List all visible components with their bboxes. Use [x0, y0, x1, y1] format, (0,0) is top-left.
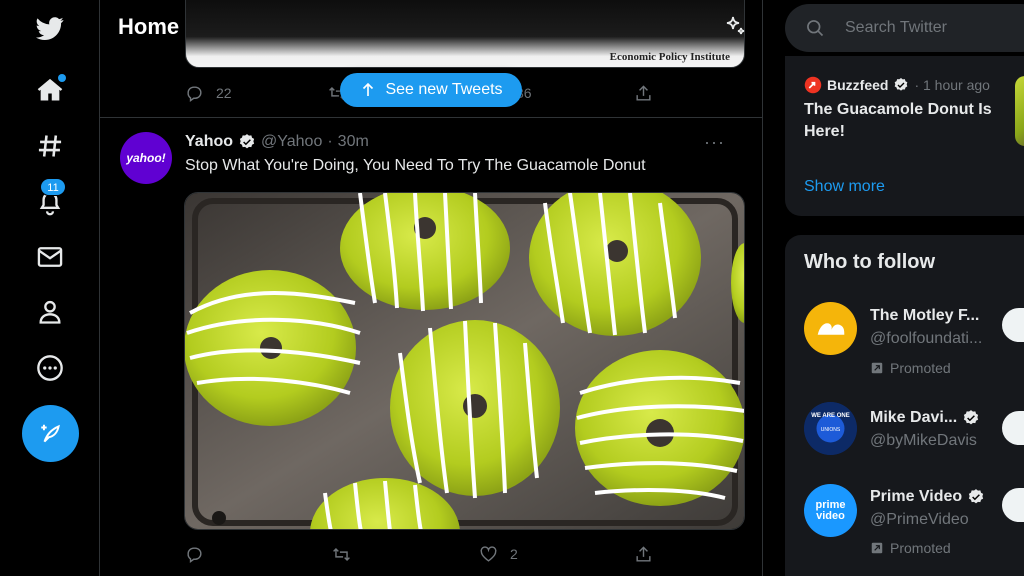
- verified-badge-icon: [238, 133, 256, 151]
- account-handle: @foolfoundati...: [870, 330, 983, 347]
- more-options-icon[interactable]: ···: [704, 132, 728, 154]
- svg-text:UNIONS: UNIONS: [821, 427, 841, 433]
- left-navigation: 11: [0, 0, 100, 576]
- more-circle-icon: [36, 354, 64, 382]
- retweet-button[interactable]: [332, 545, 351, 564]
- nav-notifications[interactable]: 11: [22, 174, 78, 230]
- author-name[interactable]: Yahoo: [185, 133, 233, 151]
- account-name: Prime Video: [870, 488, 963, 505]
- twitter-logo-icon[interactable]: [22, 0, 78, 56]
- trend-thumbnail: [1015, 76, 1024, 146]
- account-name-row: Prime Video: [870, 488, 985, 506]
- trend-title: The Guacamole Donut Is Here!: [804, 101, 992, 140]
- who-to-follow-card: Who to follow The Motley F... @foolfound…: [785, 235, 1024, 576]
- trend-time: · 1 hour ago: [914, 77, 990, 93]
- svg-text:WE ARE ONE: WE ARE ONE: [811, 413, 849, 419]
- promoted-icon: [870, 541, 884, 555]
- share-button[interactable]: [634, 84, 653, 103]
- follow-suggestion[interactable]: The Motley F... @foolfoundati... Promote…: [785, 297, 1024, 387]
- notification-badge: 11: [40, 178, 66, 196]
- nav-messages[interactable]: [22, 229, 78, 285]
- who-to-follow-title: Who to follow: [804, 251, 936, 273]
- avatar: WE ARE ONE UNIONS: [804, 402, 857, 455]
- account-handle: @PrimeVideo: [870, 511, 969, 528]
- promoted-text: Promoted: [890, 540, 951, 556]
- compose-feather-icon: [38, 421, 64, 447]
- buzzfeed-logo-icon: [804, 76, 822, 94]
- account-name: Mike Davi...: [870, 409, 958, 426]
- nav-profile[interactable]: [22, 284, 78, 340]
- retweet-icon: [332, 545, 351, 564]
- share-button[interactable]: [634, 545, 653, 564]
- verified-badge-icon: [893, 77, 909, 93]
- follow-suggestion[interactable]: prime video Prime Video @PrimeVideo Promo…: [785, 478, 1024, 568]
- nav-more[interactable]: [22, 340, 78, 396]
- compose-tweet-button[interactable]: [22, 405, 79, 462]
- verified-badge-icon: [967, 488, 985, 506]
- new-content-dot: [58, 74, 66, 82]
- promoted-label: Promoted: [870, 540, 951, 556]
- media-caption: Economic Policy Institute: [609, 51, 730, 63]
- reply-icon: [185, 545, 204, 564]
- trend-card[interactable]: Buzzfeed · 1 hour ago The Guacamole Donu…: [785, 56, 1024, 216]
- avatar: [804, 302, 857, 355]
- nav-explore[interactable]: [22, 118, 78, 174]
- verified-badge-icon: [962, 409, 980, 427]
- sparkle-icon[interactable]: [723, 14, 747, 38]
- promoted-text: Promoted: [890, 360, 951, 376]
- heart-icon: [479, 545, 498, 564]
- avatar-text: yahoo!: [126, 151, 166, 165]
- show-more-link[interactable]: Show more: [804, 178, 885, 196]
- share-icon: [634, 84, 653, 103]
- nav-home[interactable]: [22, 62, 78, 118]
- follow-suggestion[interactable]: WE ARE ONE UNIONS Mike Davi... @byMikeDav…: [785, 398, 1024, 488]
- hashtag-icon: [36, 132, 64, 160]
- see-new-tweets-label: See new Tweets: [385, 81, 503, 98]
- trend-source-name: Buzzfeed: [827, 77, 889, 93]
- donut: [575, 350, 744, 506]
- arrow-up-icon: [359, 81, 377, 99]
- avatar: prime video: [804, 484, 857, 537]
- reply-button[interactable]: 22: [185, 84, 232, 103]
- account-handle: @byMikeDavis: [870, 432, 977, 449]
- timeline: Home Economic Policy Institute 22 36 See…: [100, 0, 763, 576]
- tweet-header: Yahoo @Yahoo · 30m: [185, 133, 369, 151]
- search-icon: [805, 18, 825, 38]
- follow-button[interactable]: [1002, 411, 1024, 445]
- tweet-media-image[interactable]: [184, 192, 745, 530]
- trend-source: Buzzfeed · 1 hour ago: [804, 76, 990, 94]
- search-bar[interactable]: [785, 4, 1024, 52]
- tweet-time[interactable]: 30m: [338, 133, 369, 151]
- tweet-text: Stop What You're Doing, You Need To Try …: [185, 157, 646, 174]
- like-count: 2: [510, 546, 518, 562]
- reply-button[interactable]: [185, 545, 204, 564]
- separator-dot: ·: [327, 133, 333, 150]
- reply-count: 22: [216, 85, 232, 101]
- promoted-label: Promoted: [870, 360, 951, 376]
- avatar[interactable]: yahoo!: [120, 132, 172, 184]
- see-new-tweets-button[interactable]: See new Tweets: [340, 73, 522, 107]
- reply-icon: [185, 84, 204, 103]
- search-input[interactable]: [845, 19, 1024, 37]
- previous-tweet-media[interactable]: Economic Policy Institute: [185, 0, 745, 68]
- like-button[interactable]: 2: [479, 545, 518, 564]
- follow-button[interactable]: [1002, 488, 1024, 522]
- person-icon: [36, 298, 64, 326]
- share-icon: [634, 545, 653, 564]
- right-sidebar: Buzzfeed · 1 hour ago The Guacamole Donu…: [785, 0, 1024, 576]
- page-title: Home: [118, 14, 180, 39]
- tweet-actions: 2: [185, 542, 665, 566]
- account-name-row: Mike Davi...: [870, 409, 980, 427]
- donuts-photo: [185, 193, 744, 529]
- tweet-divider: [100, 117, 762, 118]
- envelope-icon: [36, 243, 64, 271]
- account-name: The Motley F...: [870, 307, 980, 324]
- author-handle[interactable]: @Yahoo: [261, 133, 322, 151]
- promoted-icon: [870, 361, 884, 375]
- follow-button[interactable]: [1002, 308, 1024, 342]
